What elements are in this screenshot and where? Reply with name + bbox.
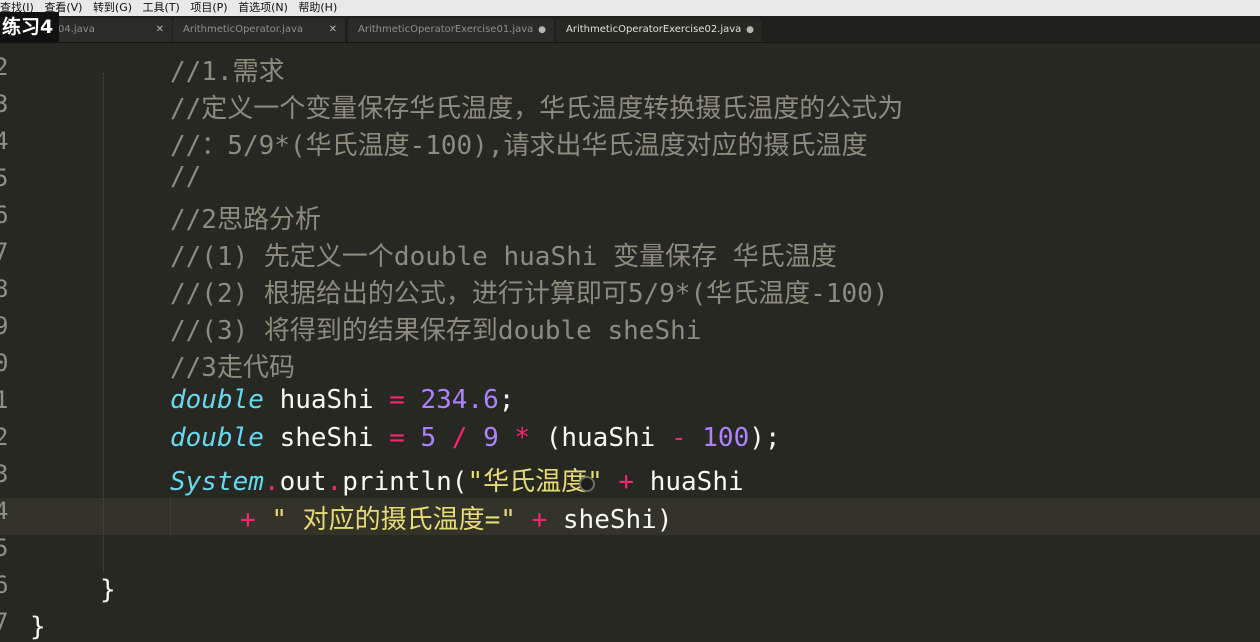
operator: . (326, 467, 343, 497)
tab-label: ArithmeticOperatorExercise01.java (358, 24, 534, 35)
operator: + (240, 505, 256, 535)
code-editor[interactable]: 2 3 4 5 6 7 8 9 0 1 2 3 4 5 6 7 //1.需求 /… (0, 43, 1260, 642)
operator: = (389, 423, 405, 453)
unsaved-dot-icon[interactable]: ● (538, 18, 546, 42)
operator: / (451, 423, 468, 453)
comment-line: //(2) 根据给出的公式，进行计算即可5/9*(华氏温度-100) (170, 279, 889, 309)
close-icon[interactable]: ✕ (156, 18, 164, 42)
line-number: 9 (0, 312, 9, 340)
line-number: 4 (0, 127, 9, 155)
punctuation: ( (545, 423, 562, 453)
number: 9 (483, 423, 499, 453)
identifier: out (279, 467, 327, 497)
line-number: 6 (0, 201, 9, 229)
unsaved-dot-icon[interactable]: ● (746, 18, 754, 42)
line-number: 8 (0, 275, 9, 303)
line-number: 3 (0, 90, 9, 118)
identifier: sheShi (279, 423, 374, 453)
tab-label: ArithmeticOperatorExercise02.java (566, 24, 742, 35)
tab-label: ArithmeticOperator.java (183, 24, 304, 35)
identifier: huaShi (561, 423, 656, 453)
line-number: 5 (0, 534, 9, 562)
tab-bar: 04.java ✕ ArithmeticOperator.java ✕ Arit… (0, 16, 1260, 43)
keyword: double (170, 385, 264, 415)
operator: = (389, 385, 405, 415)
operator: . (263, 467, 280, 497)
identifier: sheShi (562, 505, 657, 535)
indent-guide (170, 498, 171, 538)
tab-exercise02[interactable]: ArithmeticOperatorExercise02.java ● (556, 18, 762, 42)
menu-goto[interactable]: 转到(G) (93, 0, 139, 16)
method-call: println( (342, 467, 468, 497)
indent-guide (103, 73, 104, 573)
line-number: 2 (0, 423, 9, 451)
menu-help[interactable]: 帮助(H) (298, 0, 344, 16)
code-line-continuation: + " 对应的摄氏温度=" + sheShi) (240, 499, 672, 536)
comment-line: //(1) 先定义一个double huaShi 变量保存 华氏温度 (170, 242, 837, 272)
mouse-cursor-icon (579, 476, 595, 492)
line-number: 1 (0, 386, 9, 414)
code-line-huashi: double huaShi = 234.6; (170, 385, 514, 415)
comment-line: //定义一个变量保存华氏温度，华氏温度转换摄氏温度的公式为 (170, 94, 904, 124)
string-literal: " 对应的摄氏温度=" (271, 505, 516, 535)
line-number: 2 (0, 53, 9, 81)
menu-tools[interactable]: 工具(T) (143, 0, 187, 16)
tab-exercise01[interactable]: ArithmeticOperatorExercise01.java ● (348, 18, 554, 42)
punctuation: ); (749, 423, 781, 453)
menu-project[interactable]: 项目(P) (190, 0, 234, 16)
number: 100 (702, 423, 750, 453)
code-line-println: System.out.println("华氏温度" + huaShi (170, 461, 744, 498)
line-number: 5 (0, 164, 9, 192)
code-line-sheshi: double sheShi = 5 / 9 * (huaShi - 100); (170, 423, 781, 453)
comment-line: // (170, 162, 202, 192)
menu-bar: 查找(I) 查看(V) 转到(G) 工具(T) 项目(P) 首选项(N) 帮助(… (0, 0, 1260, 16)
line-number: 6 (0, 571, 9, 599)
identifier: huaShi (649, 467, 744, 497)
keyword: double (170, 423, 264, 453)
close-icon[interactable]: ✕ (329, 18, 337, 42)
operator: + (618, 467, 635, 497)
number: 234.6 (420, 385, 499, 415)
line-number: 4 (0, 497, 9, 525)
operator: * (514, 423, 531, 453)
closing-brace: } (30, 612, 46, 642)
comment-line: //2思路分析 (170, 205, 321, 235)
line-number: 7 (0, 238, 9, 266)
identifier: huaShi (279, 385, 374, 415)
tab-arithmetic-operator[interactable]: ArithmeticOperator.java ✕ (173, 18, 345, 42)
comment-line: //3走代码 (170, 353, 295, 383)
operator: + (531, 505, 548, 535)
menu-preferences[interactable]: 首选项(N) (238, 0, 295, 16)
line-number: 7 (0, 608, 9, 636)
comment-line: //：5/9*(华氏温度-100),请求出华氏温度对应的摄氏温度 (170, 131, 868, 161)
comment-line: //(3) 将得到的结果保存到double sheShi (170, 316, 702, 346)
class-name: System (170, 467, 264, 497)
punctuation: ; (498, 385, 515, 415)
punctuation: ) (656, 505, 673, 535)
number: 5 (420, 423, 437, 453)
comment-line: //1.需求 (170, 57, 285, 87)
operator: - (670, 423, 687, 453)
closing-brace: } (100, 575, 116, 605)
video-title-overlay: 练习4 (0, 12, 60, 42)
line-number: 0 (0, 349, 9, 377)
line-number: 3 (0, 460, 9, 488)
